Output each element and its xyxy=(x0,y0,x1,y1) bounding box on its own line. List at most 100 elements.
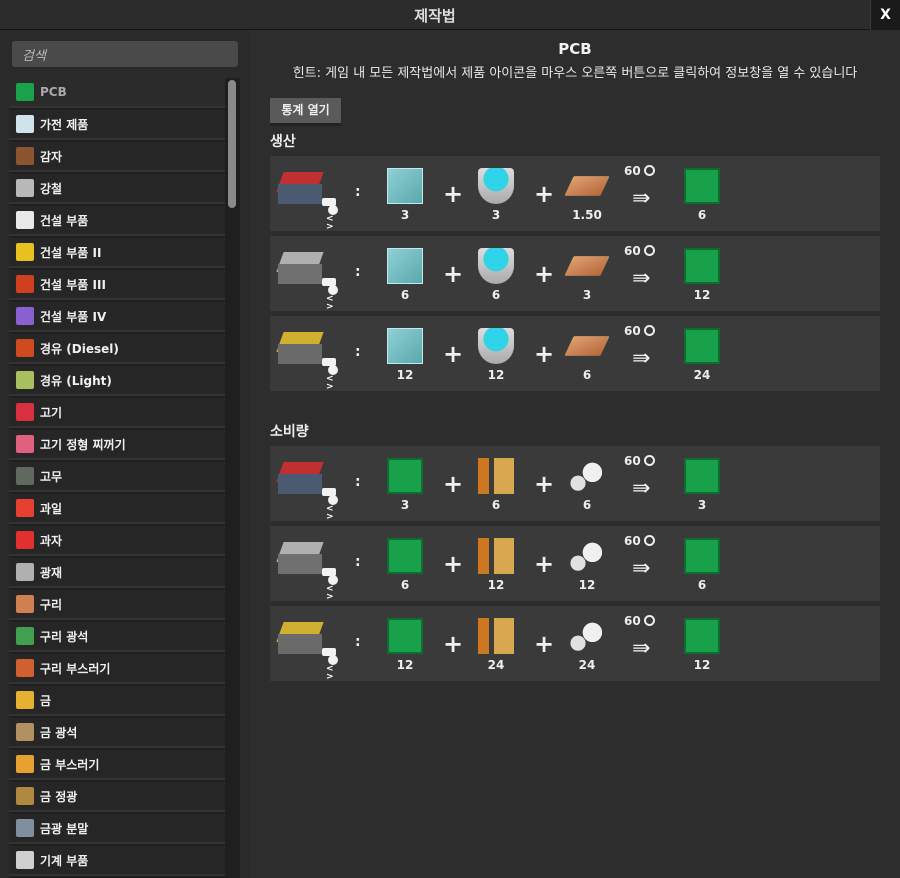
factory-icon[interactable] xyxy=(276,328,324,368)
sidebar-item[interactable]: 금 정광 xyxy=(9,782,225,812)
craft-time: 60 ⇛ xyxy=(624,324,664,374)
sidebar-item-label: 고무 xyxy=(40,469,63,484)
product-slot[interactable]: 24 xyxy=(677,324,727,386)
sidebar-item[interactable]: PCB xyxy=(9,78,225,108)
sidebar-item[interactable]: 구리 부스러기 xyxy=(9,654,225,684)
glass-icon xyxy=(387,328,423,364)
wire-icon xyxy=(478,458,514,494)
construction-part-3-icon xyxy=(16,275,34,293)
pcb-icon xyxy=(684,168,720,204)
craft-time: 60 ⇛ xyxy=(624,534,664,584)
sidebar-item[interactable]: 금 광석 xyxy=(9,718,225,748)
scrollbar-thumb[interactable] xyxy=(228,80,236,208)
craft-time-value: 60 xyxy=(624,324,641,338)
ingredient-slot[interactable]: 6 xyxy=(471,244,521,306)
sidebar-item[interactable]: 과자 xyxy=(9,526,225,556)
factory-icon[interactable] xyxy=(276,538,324,578)
ingredient-slot[interactable]: 12 xyxy=(380,614,430,676)
factory-icon[interactable] xyxy=(276,618,324,658)
open-stats-button[interactable]: 통계 열기 xyxy=(270,98,341,126)
product-amount: 12 xyxy=(693,658,711,672)
sidebar-item[interactable]: 기계 부품 xyxy=(9,846,225,876)
recipe-sidebar: 검색 PCB 가전 제품 감자 강철 건설 부품건설 부품 II 건설 부품 III 건설 … xyxy=(0,30,250,878)
product-amount: 12 xyxy=(693,288,711,302)
pcb-icon xyxy=(684,248,720,284)
craft-time-value: 60 xyxy=(624,244,641,258)
factory-icon[interactable] xyxy=(276,458,324,498)
sidebar-item-label: 고기 xyxy=(40,405,63,420)
circuit-board-icon xyxy=(684,538,720,574)
copper-scrap-icon xyxy=(16,659,34,677)
sidebar-item[interactable]: 금 xyxy=(9,686,225,716)
ingredient-amount: 12 xyxy=(487,578,505,592)
product-slot[interactable]: 12 xyxy=(677,244,727,306)
ingredient-slot[interactable]: 6 xyxy=(380,534,430,596)
ingredient-slot[interactable]: 12 xyxy=(471,324,521,386)
sidebar-item[interactable]: 가전 제품 xyxy=(9,110,225,140)
product-slot[interactable]: 6 xyxy=(677,534,727,596)
ingredient-slot[interactable]: 24 xyxy=(471,614,521,676)
sidebar-item[interactable]: 구리 광석 xyxy=(9,622,225,652)
ingredient-slot[interactable]: 3 xyxy=(380,164,430,226)
ingredient-slot[interactable]: 12 xyxy=(562,534,612,596)
craft-time: 60 ⇛ xyxy=(624,614,664,664)
sidebar-item[interactable]: 고기 정형 찌꺼기 xyxy=(9,430,225,460)
assembler-robot-icon: < > xyxy=(322,648,342,682)
sidebar-item[interactable]: 강철 xyxy=(9,174,225,204)
arrow-right-icon: ⇛ xyxy=(632,636,650,661)
sidebar-item[interactable]: 건설 부품 III xyxy=(9,270,225,300)
ingredient-amount: 6 xyxy=(491,288,501,302)
ingredient-slot[interactable]: 6 xyxy=(562,324,612,386)
ingredient-slot[interactable]: 6 xyxy=(471,454,521,516)
sidebar-item-label: 경유 (Diesel) xyxy=(40,341,119,356)
clock-icon xyxy=(644,325,655,336)
sidebar-item[interactable]: 건설 부품 II xyxy=(9,238,225,268)
glass-icon xyxy=(387,248,423,284)
copper-ore-icon xyxy=(16,627,34,645)
copper-plank-icon xyxy=(564,336,610,356)
sidebar-item[interactable]: 건설 부품 IV xyxy=(9,302,225,332)
recipe-list[interactable]: PCB 가전 제품 감자 강철 건설 부품건설 부품 II 건설 부품 III 건설 부품 … xyxy=(9,78,240,878)
ingredient-slot[interactable]: 6 xyxy=(380,244,430,306)
product-slot[interactable]: 3 xyxy=(677,454,727,516)
craft-time-value: 60 xyxy=(624,534,641,548)
sidebar-item[interactable]: 광재 xyxy=(9,558,225,588)
sidebar-item[interactable]: 과일 xyxy=(9,494,225,524)
consumption-heading: 소비량 xyxy=(270,424,309,440)
ingredient-amount: 6 xyxy=(491,498,501,512)
sidebar-item[interactable]: 경유 (Diesel) xyxy=(9,334,225,364)
close-button[interactable]: X xyxy=(870,0,900,30)
sidebar-item[interactable]: 경유 (Light) xyxy=(9,366,225,396)
factory-icon[interactable] xyxy=(276,248,324,288)
copper-icon xyxy=(16,595,34,613)
ingredient-slot[interactable]: 3 xyxy=(380,454,430,516)
ingredient-amount: 6 xyxy=(582,368,592,382)
sidebar-item[interactable]: 고기 xyxy=(9,398,225,428)
ingredient-slot[interactable]: 24 xyxy=(562,614,612,676)
search-input[interactable]: 검색 xyxy=(12,41,238,67)
ingredient-slot[interactable]: 6 xyxy=(562,454,612,516)
ingredient-slot[interactable]: 12 xyxy=(380,324,430,386)
machine-part-icon xyxy=(16,851,34,869)
sidebar-item[interactable]: 건설 부품 xyxy=(9,206,225,236)
sidebar-item[interactable]: 고무 xyxy=(9,462,225,492)
product-slot[interactable]: 6 xyxy=(677,164,727,226)
plus-sign: + xyxy=(534,180,555,208)
ingredient-slot[interactable]: 1.50 xyxy=(562,164,612,226)
sidebar-item[interactable]: 구리 xyxy=(9,590,225,620)
fruit-icon xyxy=(16,499,34,517)
sidebar-item[interactable]: 금광 분말 xyxy=(9,814,225,844)
separator: : xyxy=(355,474,361,490)
factory-icon[interactable] xyxy=(276,168,324,208)
sidebar-item[interactable]: 금 부스러기 xyxy=(9,750,225,780)
ingredient-slot[interactable]: 3 xyxy=(562,244,612,306)
sidebar-item[interactable]: 감자 xyxy=(9,142,225,172)
sidebar-item-label: 금 정광 xyxy=(40,789,78,804)
ingredient-slot[interactable]: 12 xyxy=(471,534,521,596)
light-oil-icon xyxy=(16,371,34,389)
sidebar-item-label: 건설 부품 II xyxy=(40,245,102,260)
plus-sign: + xyxy=(534,260,555,288)
recipe-row: < >: 12 +24 +24 60 ⇛ 12 xyxy=(270,606,880,682)
product-slot[interactable]: 12 xyxy=(677,614,727,676)
ingredient-slot[interactable]: 3 xyxy=(471,164,521,226)
